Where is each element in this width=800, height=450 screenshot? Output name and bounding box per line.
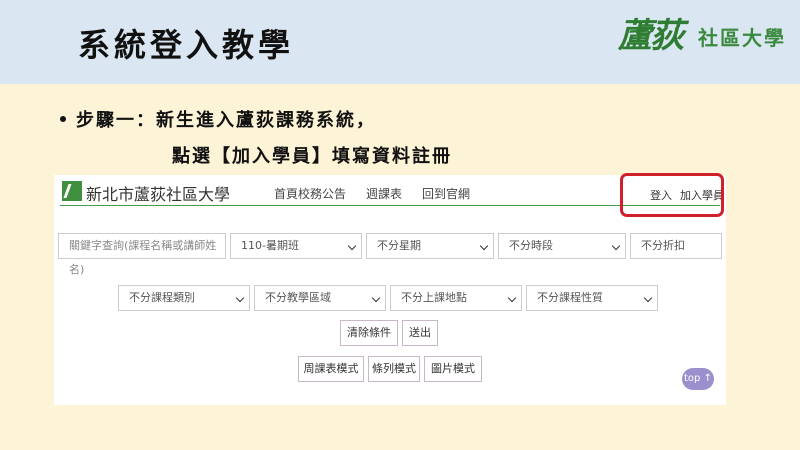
chevron-down-icon	[611, 241, 621, 251]
bullet-step-one: 步驟一：新生進入蘆荻課務系統，	[60, 106, 376, 132]
chevron-down-icon	[479, 241, 489, 251]
slide-title: 系統登入教學	[78, 26, 295, 64]
chevron-down-icon	[347, 241, 357, 251]
teaching-area-select[interactable]: 不分教學區域	[254, 285, 386, 311]
chevron-down-icon	[507, 293, 517, 303]
nav-weekly-schedule[interactable]: 週課表	[366, 185, 402, 202]
discount-select-value: 不分折扣	[641, 239, 685, 252]
logo-small-text: 社區大學	[698, 26, 786, 50]
course-category-value: 不分課程類別	[129, 291, 195, 304]
slide-header: 系統登入教學 蘆荻 社區大學	[0, 0, 800, 84]
time-slot-select-value: 不分時段	[509, 239, 553, 252]
course-nature-value: 不分課程性質	[537, 291, 603, 304]
weekday-select-value: 不分星期	[377, 239, 421, 252]
discount-select[interactable]: 不分折扣	[630, 233, 722, 259]
list-mode-button[interactable]: 條列模式	[368, 356, 420, 382]
teaching-area-value: 不分教學區域	[265, 291, 331, 304]
bullet-dot-icon	[60, 116, 66, 122]
term-select[interactable]: 110-暑期班	[230, 233, 362, 259]
logo-big-text: 蘆荻	[618, 16, 684, 56]
keyword-placeholder: 關鍵字查詢(課程名稱或講師姓名)	[69, 239, 217, 276]
nav-announcements[interactable]: 校務公告	[298, 185, 346, 202]
weekday-select[interactable]: 不分星期	[366, 233, 494, 259]
class-location-value: 不分上課地點	[401, 291, 467, 304]
course-category-select[interactable]: 不分課程類別	[118, 285, 250, 311]
clear-filters-button[interactable]: 清除條件	[340, 320, 398, 346]
site-name: 新北市蘆荻社區大學	[86, 185, 231, 204]
weekly-mode-button[interactable]: 周課表模式	[298, 356, 364, 382]
chevron-down-icon	[643, 293, 653, 303]
join-member-highlight	[620, 173, 724, 217]
site-logo-icon	[62, 181, 82, 201]
chevron-down-icon	[371, 293, 381, 303]
keyword-search-input[interactable]: 關鍵字查詢(課程名稱或講師姓名)	[58, 233, 226, 276]
community-college-logo: 蘆荻 社區大學	[618, 8, 794, 68]
class-location-select[interactable]: 不分上課地點	[390, 285, 522, 311]
bullet-line1-text: 步驟一：新生進入蘆荻課務系統，	[76, 110, 376, 131]
submit-button[interactable]: 送出	[402, 320, 438, 346]
back-to-top-button[interactable]: top ↑	[682, 368, 714, 390]
nav-official-site[interactable]: 回到官網	[422, 185, 470, 202]
image-mode-button[interactable]: 圖片模式	[424, 356, 482, 382]
bullet-step-one-continued: 點選【加入學員】填寫資料註冊	[172, 146, 452, 167]
chevron-down-icon	[235, 293, 245, 303]
course-nature-select[interactable]: 不分課程性質	[526, 285, 658, 311]
term-select-value: 110-暑期班	[241, 239, 299, 252]
nav-home[interactable]: 首頁	[274, 185, 298, 202]
time-slot-select[interactable]: 不分時段	[498, 233, 626, 259]
